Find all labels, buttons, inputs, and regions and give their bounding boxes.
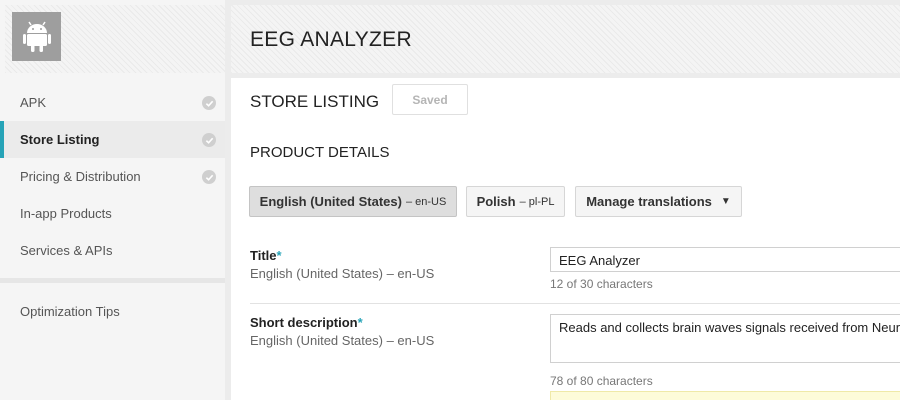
short-description-textarea[interactable]: Reads and collects brain waves signals r… xyxy=(550,314,900,363)
sidebar-nav: APK Store Listing Pricing & Distribution… xyxy=(0,84,225,269)
title-input[interactable]: EEG Analyzer xyxy=(550,247,900,272)
section-heading: PRODUCT DETAILS xyxy=(250,144,390,161)
sidebar-secondary-nav: Optimization Tips xyxy=(0,293,225,330)
title-field-language: English (United States) – en-US xyxy=(250,266,435,281)
main-content: STORE LISTING Saved PRODUCT DETAILS Engl… xyxy=(231,78,900,400)
required-marker: * xyxy=(276,248,282,263)
app-header: EEG ANALYZER xyxy=(231,5,900,73)
saved-button[interactable]: Saved xyxy=(392,84,468,115)
sidebar-item-label: In-app Products xyxy=(20,206,112,221)
check-circle-icon xyxy=(202,170,216,184)
check-circle-icon xyxy=(202,96,216,110)
sidebar-app-header xyxy=(5,5,225,73)
short-description-field-language: English (United States) – en-US xyxy=(250,333,435,348)
title-field-label: Title* xyxy=(250,248,282,263)
language-name: English (United States) xyxy=(259,194,402,209)
field-divider xyxy=(250,303,900,304)
sidebar-item-pricing-distribution[interactable]: Pricing & Distribution xyxy=(0,158,225,195)
manage-translations-label: Manage translations xyxy=(586,194,712,209)
sidebar-item-label: APK xyxy=(20,95,47,110)
short-description-field-label: Short description* xyxy=(250,315,363,330)
page-title: STORE LISTING xyxy=(250,92,380,111)
language-code: – pl-PL xyxy=(519,195,555,208)
caret-down-icon: ▼ xyxy=(720,196,731,207)
sidebar: APK Store Listing Pricing & Distribution… xyxy=(0,0,225,400)
sidebar-item-apk[interactable]: APK xyxy=(0,84,225,121)
sidebar-item-label: Optimization Tips xyxy=(20,304,120,319)
sidebar-item-optimization-tips[interactable]: Optimization Tips xyxy=(0,293,225,330)
sidebar-item-label: Store Listing xyxy=(20,132,100,147)
check-circle-icon xyxy=(202,133,216,147)
language-name: Polish xyxy=(476,194,516,209)
short-description-char-counter: 78 of 80 characters xyxy=(550,374,653,388)
app-title: EEG ANALYZER xyxy=(250,28,412,51)
language-button-english[interactable]: English (United States) – en-US xyxy=(249,186,457,217)
title-char-counter: 12 of 30 characters xyxy=(550,277,653,291)
title-label-text: Title xyxy=(250,248,277,263)
language-code: – en-US xyxy=(405,195,447,208)
sidebar-item-store-listing[interactable]: Store Listing xyxy=(0,121,225,158)
manage-translations-button[interactable]: Manage translations ▼ xyxy=(575,186,742,217)
sidebar-item-services-apis[interactable]: Services & APIs xyxy=(0,232,225,269)
full-description-hint-box xyxy=(550,391,900,400)
android-icon[interactable] xyxy=(12,12,61,61)
sidebar-item-in-app-products[interactable]: In-app Products xyxy=(0,195,225,232)
sidebar-item-label: Services & APIs xyxy=(20,243,113,258)
sidebar-divider xyxy=(0,278,225,283)
short-description-label-text: Short description xyxy=(250,315,358,330)
required-marker: * xyxy=(357,315,363,330)
language-button-polish[interactable]: Polish – pl-PL xyxy=(466,186,565,217)
sidebar-item-label: Pricing & Distribution xyxy=(20,169,141,184)
